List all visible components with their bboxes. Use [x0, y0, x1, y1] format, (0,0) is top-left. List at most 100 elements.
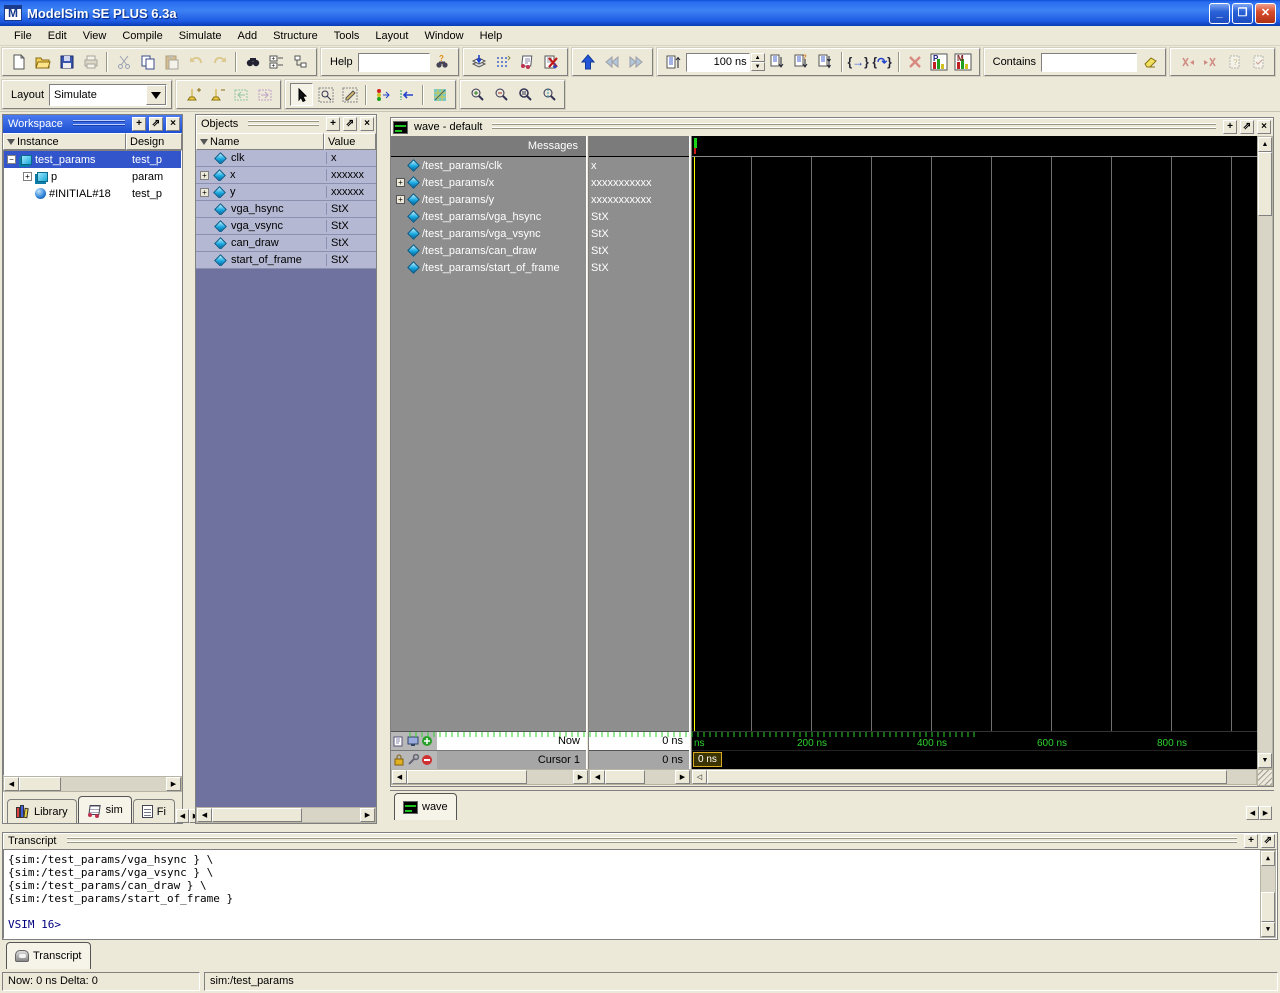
wave-zoom-button[interactable]: +: [1223, 120, 1237, 134]
scroll-right-icon[interactable]: ▶: [573, 770, 588, 784]
save-icon[interactable]: [55, 51, 78, 74]
print-icon[interactable]: [79, 51, 102, 74]
compile-all-icon[interactable]: [492, 51, 515, 74]
minimize-button[interactable]: _: [1209, 3, 1230, 24]
expand-icon[interactable]: +: [396, 178, 405, 187]
workspace-hscrollbar[interactable]: ◀ ▶: [3, 776, 182, 792]
stop-simulation-icon[interactable]: [904, 51, 927, 74]
tree-row-initial[interactable]: #INITIAL#18 test_p: [4, 185, 181, 202]
memory-profile-icon[interactable]: M: [952, 51, 975, 74]
mdi-tabs-scroll-right-icon[interactable]: ▶: [1259, 806, 1272, 820]
expand-hierarchy-icon[interactable]: [289, 51, 312, 74]
diff-save-icon[interactable]: [1247, 51, 1270, 74]
waveform-canvas[interactable]: ns 200 ns 400 ns 600 ns 800 ns 0 ns: [692, 136, 1257, 769]
run-icon[interactable]: [766, 51, 789, 74]
column-name[interactable]: Name: [196, 133, 324, 150]
scroll-thumb[interactable]: [1258, 152, 1272, 216]
edit-mode-icon[interactable]: [338, 83, 361, 106]
wave-cursor-row[interactable]: Cursor 1: [391, 750, 586, 769]
tree-row-p[interactable]: +p param: [4, 168, 181, 185]
eraser-icon[interactable]: [1138, 51, 1161, 74]
menu-window[interactable]: Window: [416, 28, 471, 44]
object-row-x[interactable]: +xxxxxxx: [196, 167, 376, 184]
expand-branch-icon[interactable]: ++: [265, 51, 288, 74]
menu-layout[interactable]: Layout: [367, 28, 416, 44]
remove-icon[interactable]: [421, 754, 433, 766]
scroll-up-icon[interactable]: ▲: [1258, 137, 1272, 152]
tree-row-test-params[interactable]: −test_params test_p: [4, 151, 181, 168]
menu-file[interactable]: File: [6, 28, 40, 44]
layout-select[interactable]: Simulate: [49, 84, 167, 106]
mdi-tabs-scroll-left-icon[interactable]: ◀: [1246, 806, 1259, 820]
wave-drag-handle[interactable]: [492, 123, 1216, 131]
close-button[interactable]: ✕: [1255, 3, 1276, 24]
find-icon[interactable]: [241, 51, 264, 74]
previous-transition-icon[interactable]: [229, 83, 252, 106]
menu-tools[interactable]: Tools: [326, 28, 368, 44]
wave-signal-row[interactable]: +/test_params/y: [391, 191, 586, 208]
transcript-vscrollbar[interactable]: ▲ ▼: [1260, 850, 1276, 938]
scroll-down-icon[interactable]: ▼: [1261, 922, 1275, 937]
scroll-right-icon[interactable]: ▶: [675, 770, 690, 784]
wave-signal-row[interactable]: +/test_params/x: [391, 174, 586, 191]
scroll-thumb[interactable]: [605, 770, 645, 784]
cursor-1-line[interactable]: [694, 157, 695, 731]
transcript-zoom-button[interactable]: +: [1244, 834, 1258, 848]
collapse-expander-icon[interactable]: −: [7, 155, 16, 164]
tabs-scroll-left-icon[interactable]: ◀: [176, 809, 189, 823]
layout-dropdown-icon[interactable]: [146, 85, 166, 105]
select-mode-icon[interactable]: [290, 83, 313, 106]
wrench-icon[interactable]: [407, 754, 419, 766]
scroll-thumb[interactable]: [1261, 892, 1275, 922]
objects-drag-handle[interactable]: [248, 120, 319, 128]
run-length-input[interactable]: [686, 53, 750, 72]
scroll-left-icon[interactable]: ◁: [692, 770, 707, 784]
scroll-down-icon[interactable]: ▼: [1258, 753, 1272, 768]
menu-compile[interactable]: Compile: [114, 28, 170, 44]
objects-undock-button[interactable]: ⇗: [343, 117, 357, 131]
note-icon[interactable]: [393, 735, 405, 747]
objects-zoom-button[interactable]: +: [326, 117, 340, 131]
transcript-drag-handle[interactable]: [67, 837, 1238, 845]
add-cursor-icon[interactable]: [181, 83, 204, 106]
contains-filter-input[interactable]: [1041, 53, 1137, 72]
menu-help[interactable]: Help: [472, 28, 511, 44]
expand-expander-icon[interactable]: +: [23, 172, 32, 181]
run-length-spinner[interactable]: ▲▼: [751, 53, 765, 71]
help-search-input[interactable]: [358, 53, 430, 72]
wave-signal-row[interactable]: /test_params/vga_vsync: [391, 225, 586, 242]
scroll-thumb[interactable]: [407, 770, 527, 784]
wave-undock-button[interactable]: ⇗: [1240, 120, 1254, 134]
copy-icon[interactable]: [136, 51, 159, 74]
help-search-icon[interactable]: ?: [431, 51, 454, 74]
wave-titlebar[interactable]: wave - default + ⇗ ×: [391, 118, 1273, 136]
transcript-console[interactable]: {sim:/test_params/vga_hsync } \ {sim:/te…: [3, 849, 1277, 939]
object-row-can-draw[interactable]: can_drawStX: [196, 235, 376, 252]
menu-add[interactable]: Add: [230, 28, 266, 44]
menu-simulate[interactable]: Simulate: [171, 28, 230, 44]
object-row-start-of-frame[interactable]: start_of_frameStX: [196, 252, 376, 269]
wave-messages-header[interactable]: Messages: [391, 136, 586, 157]
menu-view[interactable]: View: [75, 28, 115, 44]
up-context-icon[interactable]: [577, 51, 600, 74]
scroll-left-icon[interactable]: ◀: [4, 777, 19, 791]
open-file-icon[interactable]: [31, 51, 54, 74]
spin-up-icon[interactable]: ▲: [751, 53, 765, 62]
scroll-right-icon[interactable]: ▶: [166, 777, 181, 791]
expand-icon[interactable]: +: [200, 188, 209, 197]
resize-grip[interactable]: [1257, 769, 1273, 786]
compile-icon[interactable]: [468, 51, 491, 74]
diff-details-icon[interactable]: ?: [1223, 51, 1246, 74]
cursor-1-flag[interactable]: 0 ns: [693, 752, 722, 767]
object-row-vga-hsync[interactable]: vga_hsyncStX: [196, 201, 376, 218]
tab-wave[interactable]: wave: [394, 793, 457, 820]
objects-hscrollbar[interactable]: ◀ ▶: [196, 807, 376, 823]
delete-cursor-icon[interactable]: [205, 83, 228, 106]
canvas-hscrollbar[interactable]: ◁: [691, 769, 1257, 785]
break-icon[interactable]: [540, 51, 563, 74]
zoom-in-icon[interactable]: [465, 83, 488, 106]
canvas-body[interactable]: [692, 157, 1257, 731]
lock-icon[interactable]: [393, 754, 405, 766]
new-file-icon[interactable]: [7, 51, 30, 74]
trace-input-icon[interactable]: [395, 83, 418, 106]
